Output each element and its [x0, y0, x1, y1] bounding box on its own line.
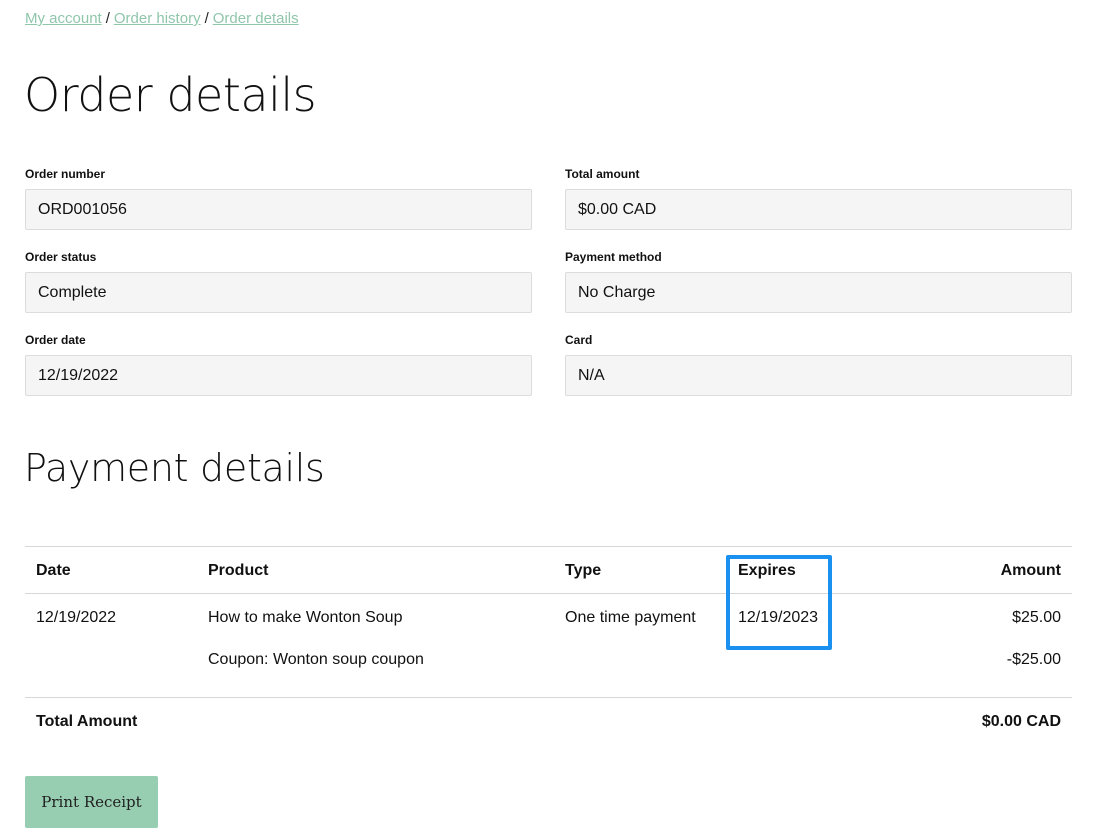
breadcrumb-order-details-link[interactable]: Order details [213, 10, 299, 27]
breadcrumb: My account / Order history / Order details [25, 10, 299, 27]
payment-method-field: Payment method No Charge [565, 250, 1072, 313]
breadcrumb-order-history-link[interactable]: Order history [114, 10, 201, 27]
row-date: 12/19/2022 [36, 609, 117, 626]
order-status-value: Complete [25, 272, 532, 313]
header-amount: Amount [1000, 562, 1061, 579]
order-date-field: Order date 12/19/2022 [25, 333, 532, 396]
print-receipt-button[interactable]: Print Receipt [25, 776, 158, 828]
table-top-rule [25, 546, 1072, 547]
payment-details-title: Payment details [24, 446, 325, 490]
total-amount-row-label: Total Amount [36, 713, 138, 730]
card-value: N/A [565, 355, 1072, 396]
payment-method-label: Payment method [565, 250, 662, 264]
order-number-field: Order number ORD001056 [25, 167, 532, 230]
order-number-value: ORD001056 [25, 189, 532, 230]
row-expires: 12/19/2023 [738, 609, 819, 626]
payment-method-value: No Charge [565, 272, 1072, 313]
breadcrumb-my-account-link[interactable]: My account [25, 10, 102, 27]
header-date: Date [36, 562, 71, 579]
order-date-label: Order date [25, 333, 86, 347]
order-number-label: Order number [25, 167, 106, 181]
header-divider [25, 593, 1072, 594]
order-date-value: 12/19/2022 [25, 355, 532, 396]
header-expires: Expires [738, 562, 796, 579]
header-product: Product [208, 562, 269, 579]
payment-table: Date Product Type Expires Amount 12/19/2… [25, 546, 1072, 730]
page-title: Order details [24, 68, 317, 122]
order-details-page: My account / Order history / Order details O… [0, 0, 1101, 838]
total-amount-field: Total amount $0.00 CAD [565, 167, 1072, 230]
card-field: Card N/A [565, 333, 1072, 396]
row-type: One time payment [565, 609, 696, 626]
breadcrumb-separator: / [105, 10, 110, 27]
row-product: Coupon: Wonton soup coupon [208, 651, 424, 668]
row-amount: $25.00 [1012, 609, 1061, 626]
row-amount: -$25.00 [1006, 651, 1061, 668]
header-type: Type [565, 562, 602, 579]
order-status-field: Order status Complete [25, 250, 532, 313]
total-amount-row-value: $0.00 CAD [981, 713, 1061, 730]
total-amount-label: Total amount [565, 167, 640, 181]
card-label: Card [565, 333, 593, 347]
total-amount-value: $0.00 CAD [565, 189, 1072, 230]
breadcrumb-separator: / [204, 10, 209, 27]
total-divider [25, 697, 1072, 698]
row-product: How to make Wonton Soup [208, 609, 403, 626]
order-status-label: Order status [25, 250, 97, 264]
